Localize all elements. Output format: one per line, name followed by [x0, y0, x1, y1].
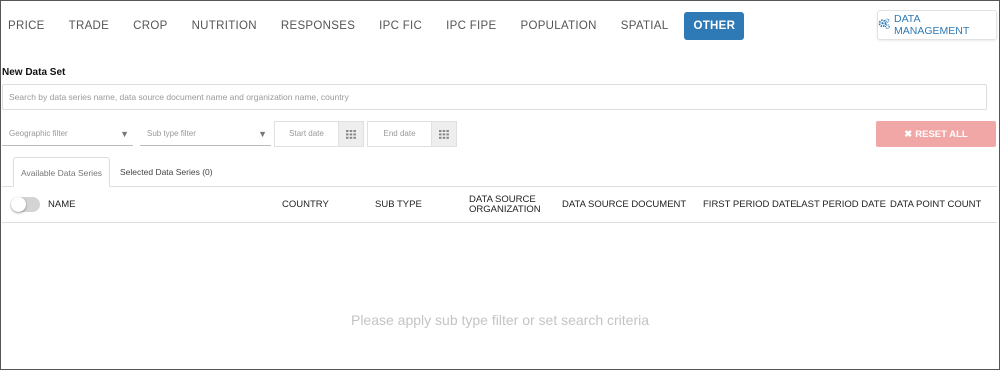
- reset-all-button[interactable]: ✖ RESET ALL: [876, 121, 996, 147]
- end-date-field[interactable]: End date: [368, 122, 431, 146]
- column-header-country[interactable]: COUNTRY: [282, 187, 329, 223]
- column-header-data-source-document[interactable]: DATA SOURCE DOCUMENT: [562, 187, 686, 223]
- column-header-last-period-date[interactable]: LAST PERIOD DATE: [796, 187, 886, 223]
- geographic-filter[interactable]: Geographic filter ▼: [2, 122, 133, 146]
- search-input[interactable]: [2, 84, 987, 110]
- column-header-data-source-organization[interactable]: DATA SOURCE ORGANIZATION: [469, 187, 551, 223]
- nav-item-other[interactable]: OTHER: [684, 12, 745, 40]
- subtype-filter[interactable]: Sub type filter ▼: [140, 122, 271, 146]
- data-management-button[interactable]: DATA MANAGEMENT: [877, 10, 997, 40]
- start-date-picker[interactable]: Start date: [274, 121, 364, 147]
- end-date-picker[interactable]: End date: [367, 121, 457, 147]
- toggle-knob: [11, 197, 26, 212]
- times-icon: ✖: [904, 128, 913, 140]
- calendar-grid-icon[interactable]: [431, 122, 456, 146]
- nav-item-price[interactable]: PRICE: [0, 12, 57, 40]
- table-header: NAME COUNTRY SUB TYPE DATA SOURCE ORGANI…: [2, 187, 997, 223]
- nav-item-nutrition[interactable]: NUTRITION: [180, 12, 269, 40]
- top-nav: PRICE TRADE CROP NUTRITION RESPONSES IPC…: [0, 12, 745, 40]
- empty-state-message: Please apply sub type filter or set sear…: [350, 312, 650, 328]
- nav-item-crop[interactable]: CROP: [121, 12, 179, 40]
- nav-item-spatial[interactable]: SPATIAL: [609, 12, 681, 40]
- nav-item-ipc-fic[interactable]: IPC FIC: [367, 12, 434, 40]
- calendar-grid-icon[interactable]: [338, 122, 363, 146]
- section-title: New Data Set: [2, 67, 66, 78]
- column-header-first-period-date[interactable]: FIRST PERIOD DATE: [703, 187, 797, 223]
- gears-icon: [878, 18, 890, 33]
- geographic-filter-label: Geographic filter: [9, 129, 68, 138]
- reset-all-label: RESET ALL: [915, 128, 968, 140]
- nav-item-population[interactable]: POPULATION: [509, 12, 609, 40]
- column-header-sub-type[interactable]: SUB TYPE: [375, 187, 422, 223]
- subtype-filter-label: Sub type filter: [147, 129, 196, 138]
- start-date-field[interactable]: Start date: [275, 122, 338, 146]
- column-header-name[interactable]: NAME: [48, 187, 75, 223]
- nav-item-trade[interactable]: TRADE: [57, 12, 121, 40]
- select-all-toggle[interactable]: [11, 197, 40, 212]
- nav-item-responses[interactable]: RESPONSES: [269, 12, 367, 40]
- nav-item-ipc-fipe[interactable]: IPC FIPE: [434, 12, 508, 40]
- caret-down-icon: ▼: [120, 129, 129, 139]
- data-management-label: DATA MANAGEMENT: [894, 13, 970, 37]
- caret-down-icon: ▼: [258, 129, 267, 139]
- column-header-data-point-count[interactable]: DATA POINT COUNT: [890, 187, 981, 223]
- tab-available-data-series[interactable]: Available Data Series: [13, 157, 110, 187]
- tab-selected-data-series[interactable]: Selected Data Series (0): [120, 157, 213, 187]
